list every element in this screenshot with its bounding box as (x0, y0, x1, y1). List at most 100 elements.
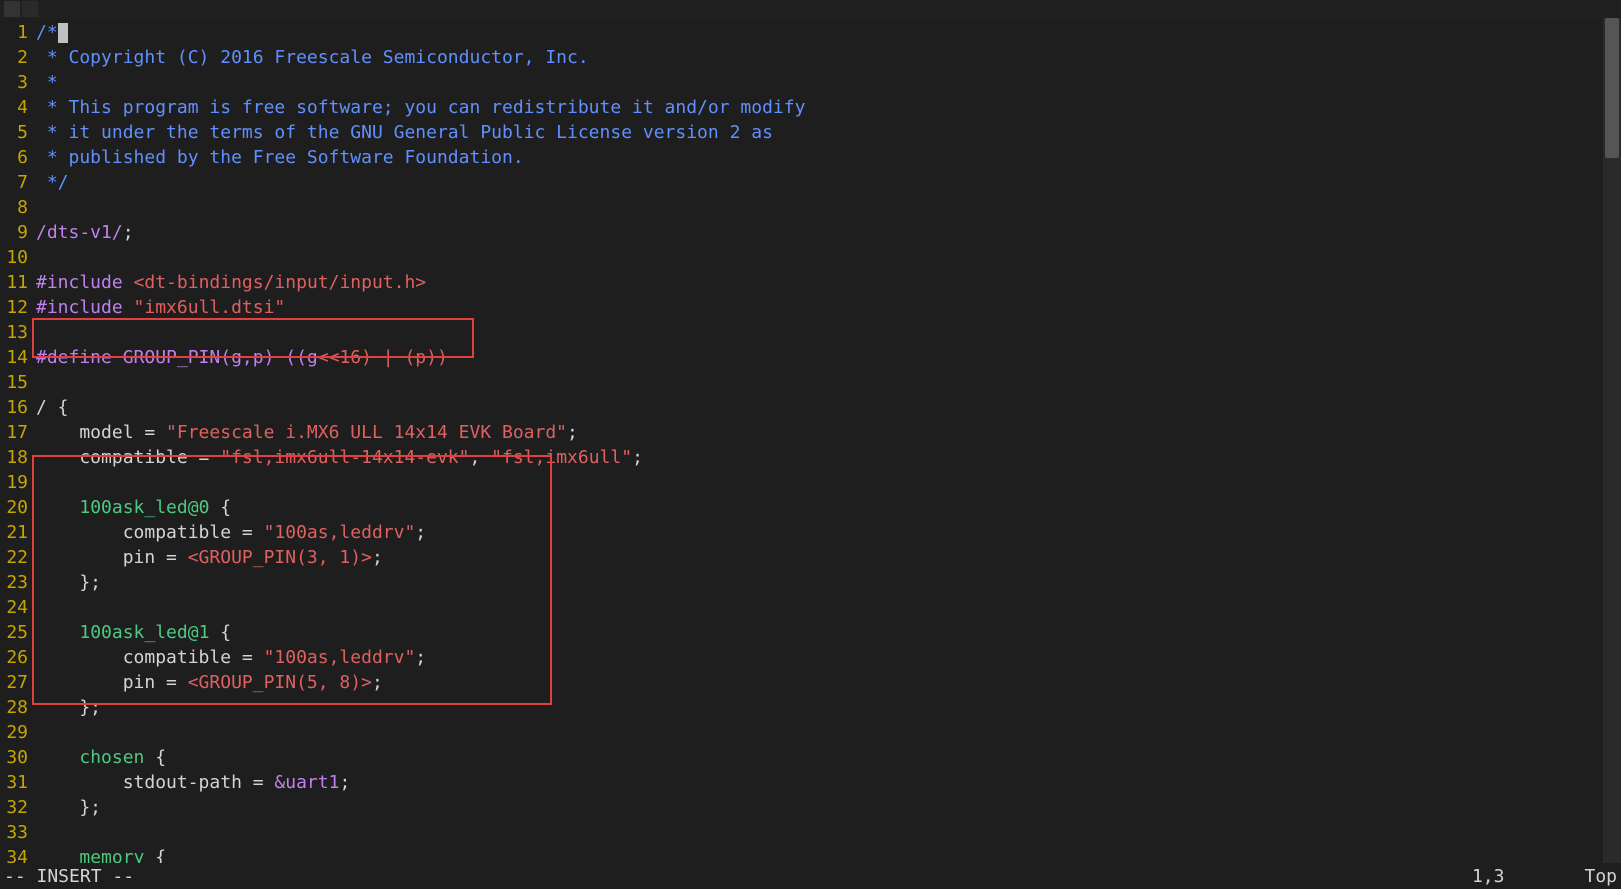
code-content[interactable] (36, 470, 1621, 495)
code-line[interactable]: 8 (0, 195, 1621, 220)
code-token: * published by the Free Software Foundat… (36, 147, 524, 168)
line-number: 18 (0, 445, 36, 470)
code-line[interactable]: 24 (0, 595, 1621, 620)
tab-2[interactable] (22, 1, 38, 17)
code-line[interactable]: 21 compatible = "100as,leddrv"; (0, 520, 1621, 545)
code-line[interactable]: 13 (0, 320, 1621, 345)
code-line[interactable]: 20 100ask_led@0 { (0, 495, 1621, 520)
code-line[interactable]: 27 pin = <GROUP_PIN(5, 8)>; (0, 670, 1621, 695)
code-content[interactable]: memory { (36, 845, 1621, 865)
code-line[interactable]: 33 (0, 820, 1621, 845)
line-number: 34 (0, 845, 36, 865)
code-line[interactable]: 22 pin = <GROUP_PIN(3, 1)>; (0, 545, 1621, 570)
code-content[interactable]: * it under the terms of the GNU General … (36, 120, 1621, 145)
code-token: / { (36, 397, 69, 418)
code-content[interactable]: model = "Freescale i.MX6 ULL 14x14 EVK B… (36, 420, 1621, 445)
code-content[interactable]: chosen { (36, 745, 1621, 770)
code-content[interactable]: compatible = "100as,leddrv"; (36, 645, 1621, 670)
code-content[interactable] (36, 370, 1621, 395)
code-line[interactable]: 10 (0, 245, 1621, 270)
code-line[interactable]: 12#include "imx6ull.dtsi" (0, 295, 1621, 320)
line-number: 23 (0, 570, 36, 595)
line-number: 5 (0, 120, 36, 145)
code-token: }; (36, 572, 101, 593)
code-content[interactable]: #include "imx6ull.dtsi" (36, 295, 1621, 320)
code-content[interactable]: #define GROUP_PIN(g,p) ((g<<16) | (p)) (36, 345, 1621, 370)
code-content[interactable]: }; (36, 695, 1621, 720)
code-content[interactable]: 100ask_led@1 { (36, 620, 1621, 645)
tab-bar (0, 0, 1621, 18)
code-content[interactable] (36, 245, 1621, 270)
code-token: ; (372, 547, 383, 568)
code-line[interactable]: 34 memory { (0, 845, 1621, 865)
code-content[interactable]: compatible = "fsl,imx6ull-14x14-evk", "f… (36, 445, 1621, 470)
code-token: "fsl,imx6ull" (491, 447, 632, 468)
code-content[interactable]: stdout-path = &uart1; (36, 770, 1621, 795)
code-line[interactable]: 25 100ask_led@1 { (0, 620, 1621, 645)
code-line[interactable]: 9/dts-v1/; (0, 220, 1621, 245)
code-content[interactable]: /* (36, 20, 1621, 45)
code-line[interactable]: 11#include <dt-bindings/input/input.h> (0, 270, 1621, 295)
code-line[interactable]: 7 */ (0, 170, 1621, 195)
code-content[interactable] (36, 195, 1621, 220)
code-content[interactable]: compatible = "100as,leddrv"; (36, 520, 1621, 545)
code-content[interactable]: * Copyright (C) 2016 Freescale Semicondu… (36, 45, 1621, 70)
scrollbar-vertical[interactable] (1603, 18, 1621, 863)
code-line[interactable]: 29 (0, 720, 1621, 745)
code-line[interactable]: 30 chosen { (0, 745, 1621, 770)
code-content[interactable]: pin = <GROUP_PIN(5, 8)>; (36, 670, 1621, 695)
editor-area[interactable]: 1/*2 * Copyright (C) 2016 Freescale Semi… (0, 18, 1621, 865)
code-content[interactable] (36, 320, 1621, 345)
tab-1[interactable] (4, 1, 20, 17)
line-number: 10 (0, 245, 36, 270)
code-line[interactable]: 23 }; (0, 570, 1621, 595)
code-content[interactable]: 100ask_led@0 { (36, 495, 1621, 520)
code-token: * it under the terms of the GNU General … (36, 122, 773, 143)
code-line[interactable]: 18 compatible = "fsl,imx6ull-14x14-evk",… (0, 445, 1621, 470)
code-token: <GROUP_PIN(3, 1)> (188, 547, 372, 568)
code-token: &uart1 (274, 772, 339, 793)
code-content[interactable]: #include <dt-bindings/input/input.h> (36, 270, 1621, 295)
code-token: /* (36, 22, 58, 43)
line-number: 17 (0, 420, 36, 445)
code-line[interactable]: 6 * published by the Free Software Found… (0, 145, 1621, 170)
code-content[interactable]: * (36, 70, 1621, 95)
code-token: "Freescale i.MX6 ULL 14x14 EVK Board" (166, 422, 567, 443)
code-content[interactable] (36, 595, 1621, 620)
code-content[interactable] (36, 720, 1621, 745)
code-line[interactable]: 31 stdout-path = &uart1; (0, 770, 1621, 795)
code-content[interactable]: /dts-v1/; (36, 220, 1621, 245)
code-line[interactable]: 4 * This program is free software; you c… (0, 95, 1621, 120)
code-content[interactable]: * This program is free software; you can… (36, 95, 1621, 120)
code-line[interactable]: 14#define GROUP_PIN(g,p) ((g<<16) | (p)) (0, 345, 1621, 370)
code-line[interactable]: 15 (0, 370, 1621, 395)
code-token: "imx6ull.dtsi" (134, 297, 286, 318)
code-line[interactable]: 26 compatible = "100as,leddrv"; (0, 645, 1621, 670)
code-token: ; (567, 422, 578, 443)
code-content[interactable]: }; (36, 795, 1621, 820)
code-content[interactable]: / { (36, 395, 1621, 420)
code-content[interactable]: */ (36, 170, 1621, 195)
code-token (36, 747, 79, 768)
line-number: 22 (0, 545, 36, 570)
line-number: 30 (0, 745, 36, 770)
code-line[interactable]: 19 (0, 470, 1621, 495)
code-line[interactable]: 3 * (0, 70, 1621, 95)
code-line[interactable]: 1/* (0, 20, 1621, 45)
code-line[interactable]: 28 }; (0, 695, 1621, 720)
code-content[interactable]: }; (36, 570, 1621, 595)
code-line[interactable]: 16/ { (0, 395, 1621, 420)
scrollbar-thumb[interactable] (1605, 18, 1619, 158)
code-line[interactable]: 17 model = "Freescale i.MX6 ULL 14x14 EV… (0, 420, 1621, 445)
line-number: 12 (0, 295, 36, 320)
code-token: ; (632, 447, 643, 468)
code-token: */ (36, 172, 69, 193)
code-content[interactable]: * published by the Free Software Foundat… (36, 145, 1621, 170)
line-number: 1 (0, 20, 36, 45)
code-line[interactable]: 5 * it under the terms of the GNU Genera… (0, 120, 1621, 145)
code-content[interactable]: pin = <GROUP_PIN(3, 1)>; (36, 545, 1621, 570)
code-line[interactable]: 2 * Copyright (C) 2016 Freescale Semicon… (0, 45, 1621, 70)
code-content[interactable] (36, 820, 1621, 845)
line-number: 13 (0, 320, 36, 345)
code-line[interactable]: 32 }; (0, 795, 1621, 820)
